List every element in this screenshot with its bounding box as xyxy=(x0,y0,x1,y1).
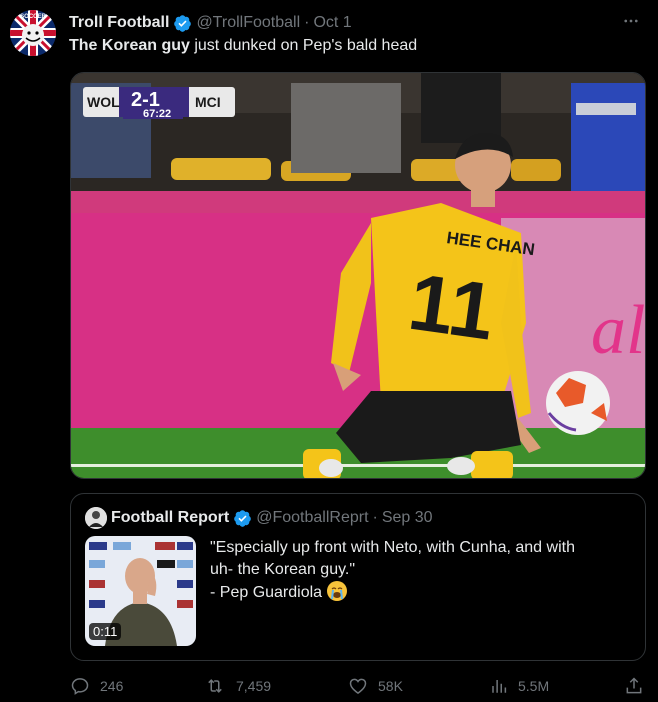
quoted-author-name[interactable]: Football Report xyxy=(111,509,229,527)
svg-text:al: al xyxy=(591,292,645,369)
like-count: 58K xyxy=(378,678,403,694)
repost-icon xyxy=(208,679,222,693)
author-avatar[interactable]: SOCCER xyxy=(10,10,56,56)
quoted-tweet-header: Football Report @FootballReprt · Sep 30 xyxy=(85,507,433,529)
separator-dot: · xyxy=(372,509,378,526)
verified-badge-icon xyxy=(234,509,252,527)
reply-icon xyxy=(71,678,89,695)
football-photo: al HEE CHAN 11 WOL 2-1 MCI 67:22 xyxy=(71,73,645,478)
tweet-text-rest: just dunked on Pep's bald head xyxy=(189,37,418,54)
quoted-text-line-3: - Pep Guardiola xyxy=(210,581,630,604)
separator-dot: · xyxy=(304,14,310,31)
quoted-text-line-1: "Especially up front with Neto, with Cun… xyxy=(210,539,575,556)
share-icon xyxy=(626,677,642,694)
scoreboard-home: WOL xyxy=(87,94,120,110)
more-options-button[interactable] xyxy=(620,10,642,32)
author-handle[interactable]: @TrollFootball xyxy=(196,14,300,32)
verified-badge-icon xyxy=(174,14,192,32)
tweet-text: The Korean guy just dunked on Pep's bald… xyxy=(69,37,417,55)
author-name[interactable]: Troll Football xyxy=(69,14,169,32)
scoreboard-time: 67:22 xyxy=(143,108,171,120)
tweet-actions-bar: 246 7,459 58K 5.5M xyxy=(70,674,646,698)
quoted-author-avatar[interactable] xyxy=(85,507,107,529)
quoted-tweet[interactable]: Football Report @FootballReprt · Sep 30 xyxy=(70,493,646,661)
shirt-number: 11 xyxy=(404,257,500,357)
avatar-label: SOCCER xyxy=(20,14,46,20)
views-count: 5.5M xyxy=(518,678,550,694)
reply-button[interactable]: 246 xyxy=(70,674,123,698)
quoted-tweet-text: "Especially up front with Neto, with Cun… xyxy=(210,537,630,604)
scoreboard-away: MCI xyxy=(195,94,221,110)
quoted-tweet-date[interactable]: Sep 30 xyxy=(382,509,433,527)
reply-count: 246 xyxy=(100,678,124,694)
views-chart-icon xyxy=(492,680,507,693)
union-jack-logo-icon: SOCCER xyxy=(10,10,56,56)
more-icon xyxy=(624,19,638,23)
repost-count: 7,459 xyxy=(236,678,272,694)
quoted-text-line-2: uh- the Korean guy." xyxy=(210,561,356,578)
tweet-text-bold: The Korean guy xyxy=(69,37,190,54)
tweet-media-image[interactable]: al HEE CHAN 11 WOL 2-1 MCI 67:22 xyxy=(70,72,646,479)
quoted-author-handle[interactable]: @FootballReprt xyxy=(256,509,368,527)
heart-icon xyxy=(349,678,367,694)
avatar-icon xyxy=(85,507,107,529)
quoted-text-line-3-text: - Pep Guardiola xyxy=(210,584,323,601)
tweet-date[interactable]: Oct 1 xyxy=(313,14,351,32)
share-button[interactable] xyxy=(624,674,654,698)
repost-button[interactable]: 7,459 xyxy=(204,674,271,698)
video-duration: 0:11 xyxy=(89,623,122,640)
quoted-video-thumbnail[interactable]: 0:11 xyxy=(85,536,196,646)
tweet-header: Troll Football @TrollFootball · Oct 1 xyxy=(69,12,642,34)
loudly-crying-face-icon xyxy=(326,581,347,601)
like-button[interactable]: 58K xyxy=(348,674,403,698)
views-button[interactable]: 5.5M xyxy=(490,674,549,698)
